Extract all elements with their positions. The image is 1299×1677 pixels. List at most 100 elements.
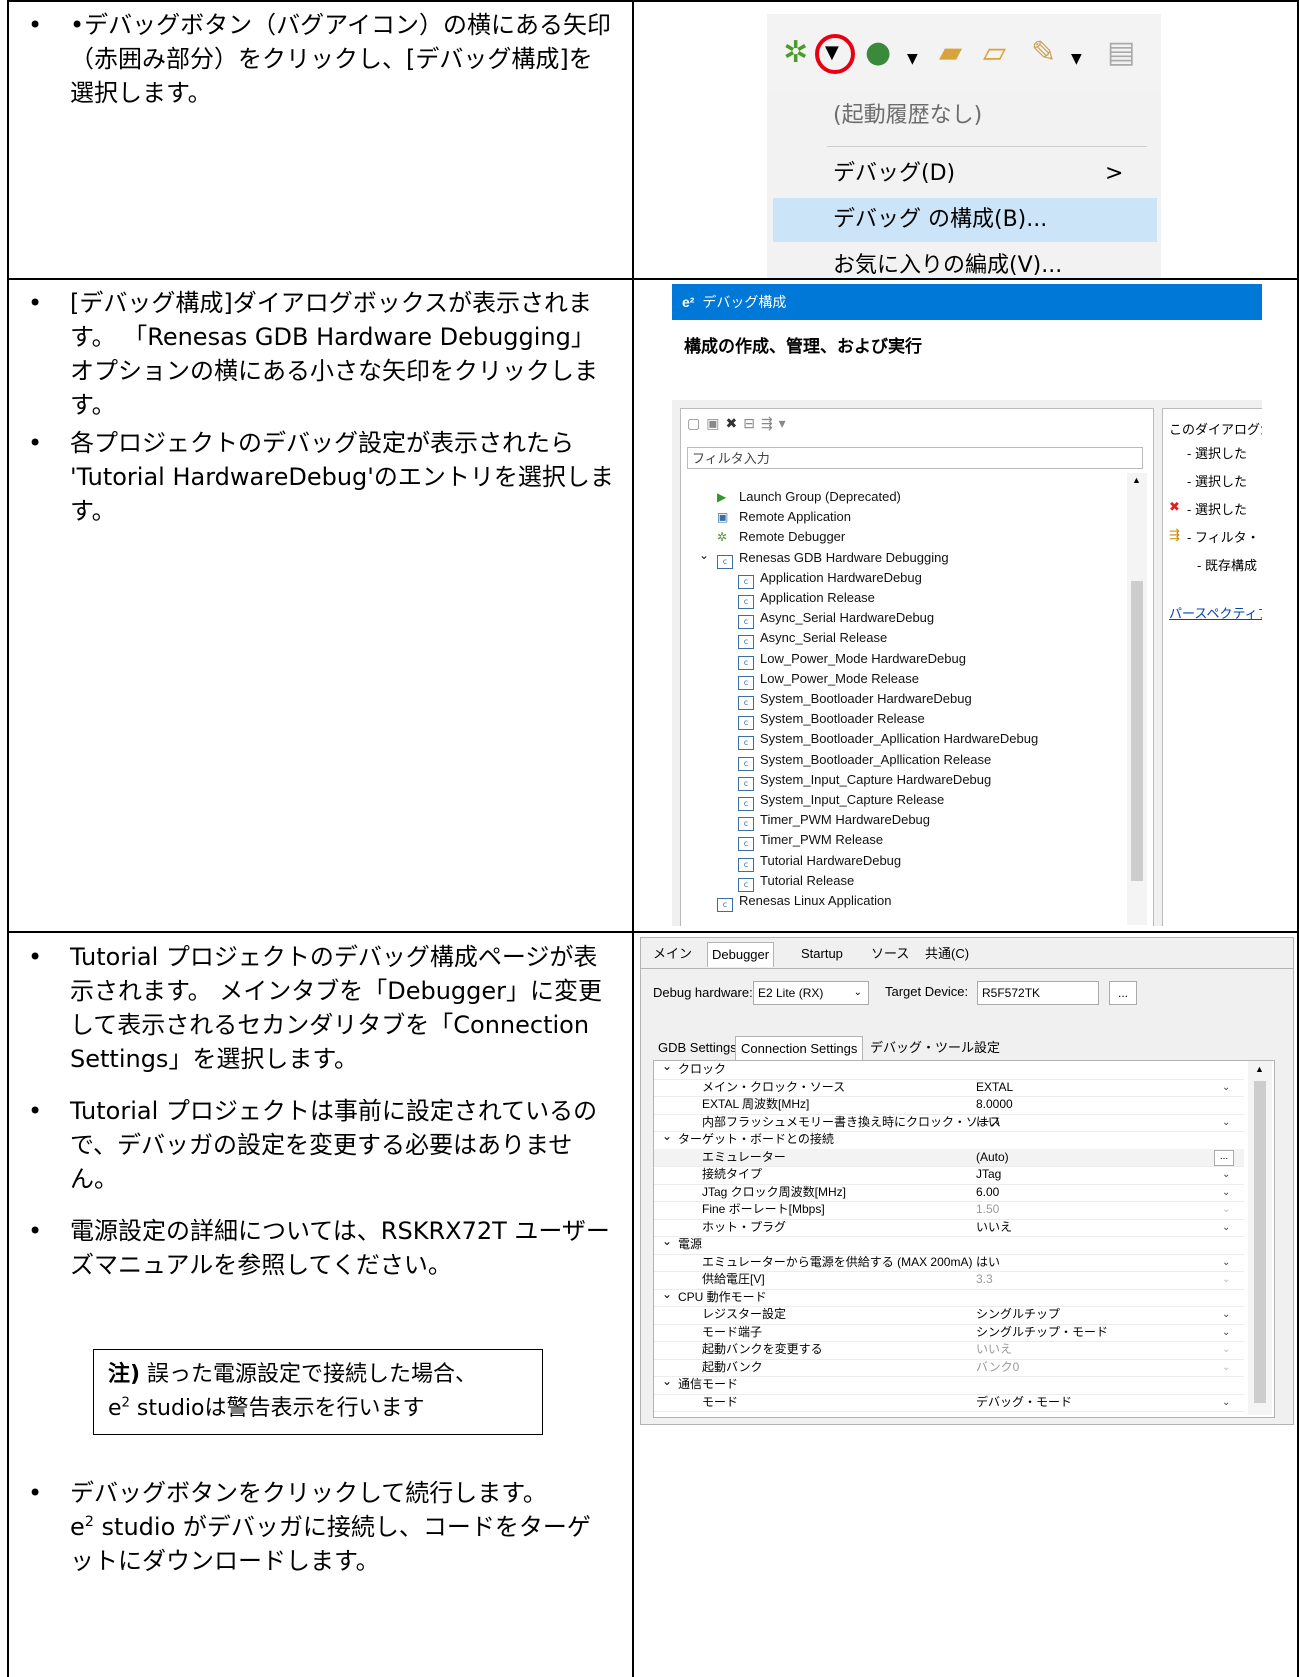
- chevron-down-icon[interactable]: ⌄: [1222, 1166, 1230, 1184]
- scroll-thumb[interactable]: [1131, 581, 1143, 881]
- property-row[interactable]: 供給電圧[V] 3.3 ⌄: [654, 1271, 1244, 1290]
- delete-icon[interactable]: ✖: [725, 415, 743, 431]
- tree-item[interactable]: c Timer_PWM Release: [738, 830, 883, 852]
- scroll-up-icon[interactable]: ▲: [1132, 475, 1141, 485]
- dropdown-arrow-icon[interactable]: ▼: [1071, 44, 1082, 74]
- property-row[interactable]: エミュレーターから電源を供給する (MAX 200mA) はい ⌄: [654, 1254, 1244, 1272]
- tab-startup[interactable]: Startup: [797, 942, 847, 966]
- browse-button[interactable]: ...: [1214, 1149, 1234, 1166]
- property-value[interactable]: いいえ: [976, 1341, 1012, 1359]
- terminal-icon[interactable]: ▤: [1107, 38, 1135, 68]
- chevron-down-icon[interactable]: ⌄: [1222, 1359, 1230, 1377]
- property-group-row[interactable]: ⌄ 電源: [654, 1233, 1244, 1255]
- property-row[interactable]: EXTAL 周波数[MHz] 8.0000: [654, 1096, 1244, 1115]
- property-row[interactable]: メイン・クロック・ソース EXTAL ⌄: [654, 1079, 1244, 1097]
- dropdown-arrow-icon[interactable]: ▼: [907, 44, 918, 74]
- target-device-browse-button[interactable]: ...: [1109, 981, 1137, 1005]
- chevron-down-icon[interactable]: ⌄: [662, 1058, 672, 1076]
- run-icon[interactable]: ●: [865, 38, 891, 68]
- tree-item[interactable]: c System_Bootloader Release: [738, 709, 925, 731]
- property-value[interactable]: シングルチップ・モード: [976, 1324, 1108, 1342]
- property-value[interactable]: (Auto): [976, 1149, 1009, 1167]
- tree-item[interactable]: c Async_Serial HardwareDebug: [738, 608, 934, 630]
- menu-item-debug[interactable]: デバッグ(D) >: [773, 152, 1157, 196]
- chevron-down-icon[interactable]: ⌄: [1222, 1114, 1230, 1132]
- property-value[interactable]: 1.50: [976, 1201, 999, 1219]
- property-value[interactable]: いいえ: [976, 1219, 1012, 1237]
- chevron-down-icon[interactable]: ⌄: [662, 1233, 672, 1251]
- tab-debugger[interactable]: Debugger: [707, 942, 775, 967]
- chevron-down-icon[interactable]: ⌄: [1222, 1201, 1230, 1219]
- property-group-row[interactable]: ⌄ CPU 動作モード: [654, 1286, 1244, 1307]
- target-device-input[interactable]: R5F572TK: [977, 981, 1099, 1005]
- property-value[interactable]: はい: [976, 1254, 1000, 1272]
- chevron-down-icon[interactable]: ⌄: [699, 545, 709, 565]
- property-value[interactable]: デバッグ・モード: [976, 1394, 1072, 1412]
- tree-item[interactable]: c Renesas Linux Application: [717, 891, 892, 912]
- tree-item[interactable]: c System_Bootloader_Apllication HardwareD…: [738, 729, 1038, 751]
- property-group-row[interactable]: ⌄ クロック: [654, 1058, 1244, 1080]
- property-value[interactable]: はい: [976, 1114, 1000, 1132]
- property-value[interactable]: 3.3: [976, 1271, 993, 1289]
- chevron-down-icon[interactable]: ⌄: [1222, 1219, 1230, 1237]
- tree-item[interactable]: c Timer_PWM HardwareDebug: [738, 810, 930, 832]
- subtab-connection-settings[interactable]: Connection Settings: [735, 1036, 864, 1061]
- new-config-icon[interactable]: ▢: [687, 415, 706, 431]
- tree-item[interactable]: c Low_Power_Mode HardwareDebug: [738, 649, 966, 670]
- menu-item-favorites[interactable]: お気に入りの編成(V)...: [773, 244, 1157, 288]
- property-row[interactable]: 起動バンクを変更する いいえ ⌄: [654, 1341, 1244, 1360]
- filter-icon[interactable]: ⇶▾: [761, 415, 792, 431]
- perspective-link[interactable]: パースペクティブ: [1169, 603, 1262, 622]
- tree-item[interactable]: c Tutorial HardwareDebug: [738, 851, 901, 872]
- menu-item-debug-config[interactable]: デバッグ の構成(B)...: [773, 198, 1157, 242]
- property-row[interactable]: モード デバッグ・モード ⌄: [654, 1394, 1244, 1412]
- bug-icon[interactable]: ✲: [783, 38, 808, 68]
- tab-source[interactable]: ソース: [867, 942, 913, 966]
- collapse-icon[interactable]: ⊟: [743, 415, 761, 431]
- property-row[interactable]: 内部フラッシュメモリー書き換え時にクロック・ソース はい ⌄: [654, 1114, 1244, 1132]
- property-row[interactable]: ホット・プラグ いいえ ⌄: [654, 1219, 1244, 1237]
- chevron-down-icon[interactable]: ⌄: [1222, 1394, 1230, 1412]
- chevron-down-icon[interactable]: ⌄: [662, 1128, 672, 1146]
- property-value[interactable]: シングルチップ: [976, 1306, 1060, 1324]
- property-value[interactable]: 6.00: [976, 1184, 999, 1202]
- subtab-gdb-settings[interactable]: GDB Settings: [653, 1036, 742, 1060]
- tree-item[interactable]: c Low_Power_Mode Release: [738, 669, 919, 690]
- tree-item[interactable]: c Application HardwareDebug: [738, 568, 922, 589]
- filter-input[interactable]: フィルタ入力: [687, 447, 1143, 469]
- chevron-down-icon[interactable]: ⌄: [662, 1373, 672, 1391]
- tree-item[interactable]: ▶ Launch Group (Deprecated): [717, 487, 901, 507]
- tree-item[interactable]: c System_Input_Capture Release: [738, 790, 944, 811]
- tab-main[interactable]: メイン: [649, 942, 696, 966]
- subtab-debug-tool-settings[interactable]: デバッグ・ツール設定: [865, 1036, 1005, 1060]
- property-value[interactable]: EXTAL: [976, 1079, 1013, 1097]
- tree-item[interactable]: c System_Bootloader HardwareDebug: [738, 689, 972, 710]
- chevron-down-icon[interactable]: ⌄: [1222, 1324, 1230, 1342]
- tree-item[interactable]: c Tutorial Release: [738, 871, 854, 892]
- tree-item[interactable]: ✲ Remote Debugger: [717, 527, 845, 547]
- tree-item[interactable]: c Application Release: [738, 588, 875, 609]
- chevron-down-icon[interactable]: ⌄: [1222, 1306, 1230, 1324]
- tree-item[interactable]: c System_Bootloader_Apllication Release: [738, 750, 991, 771]
- property-row[interactable]: エミュレーター (Auto)...: [654, 1148, 1244, 1167]
- property-row[interactable]: モード端子 シングルチップ・モード ⌄: [654, 1324, 1244, 1342]
- property-row[interactable]: 接続タイプ JTag ⌄: [654, 1166, 1244, 1185]
- property-row[interactable]: Fine ボーレート[Mbps] 1.50 ⌄: [654, 1201, 1244, 1220]
- property-group-row[interactable]: ⌄ ターゲット・ボードとの接続: [654, 1128, 1244, 1150]
- property-value[interactable]: JTag: [976, 1166, 1001, 1184]
- tab-common[interactable]: 共通(C): [921, 942, 973, 966]
- chevron-down-icon[interactable]: ⌄: [1222, 1079, 1230, 1097]
- property-value[interactable]: バンク0: [976, 1359, 1019, 1377]
- folder-icon[interactable]: ▱: [983, 38, 1006, 68]
- chevron-down-icon[interactable]: ⌄: [662, 1286, 672, 1304]
- tree-item[interactable]: c System_Input_Capture HardwareDebug: [738, 770, 991, 791]
- property-row[interactable]: レジスター設定 シングルチップ ⌄: [654, 1306, 1244, 1325]
- chevron-down-icon[interactable]: ⌄: [1222, 1254, 1230, 1272]
- tree-item[interactable]: c Async_Serial Release: [738, 628, 887, 650]
- props-scrollbar[interactable]: ▲: [1248, 1061, 1272, 1415]
- pen-icon[interactable]: ✎: [1031, 38, 1056, 68]
- tree-item[interactable]: ⌄ c Renesas GDB Hardware Debugging: [699, 548, 949, 569]
- property-row[interactable]: JTag クロック周波数[MHz] 6.00 ⌄: [654, 1184, 1244, 1202]
- property-row[interactable]: 起動バンク バンク0 ⌄: [654, 1359, 1244, 1377]
- debug-hardware-select[interactable]: E2 Lite (RX) ⌄: [753, 981, 869, 1005]
